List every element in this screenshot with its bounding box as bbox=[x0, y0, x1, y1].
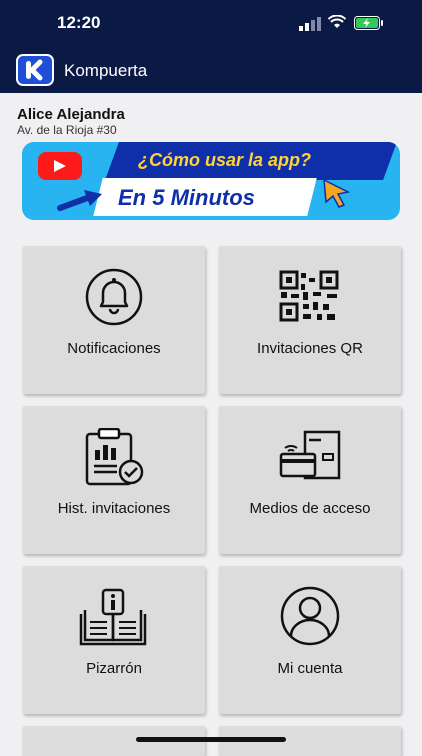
status-time: 12:20 bbox=[57, 13, 101, 32]
cursor-arrow-icon bbox=[323, 178, 350, 208]
app-title: Kompuerta bbox=[64, 61, 148, 80]
user-address: Av. de la Rioja #30 bbox=[17, 123, 117, 137]
tile-label: Mi cuenta bbox=[277, 660, 343, 677]
tutorial-banner[interactable]: ¿Cómo usar la app? En 5 Minutos bbox=[22, 142, 400, 220]
k-logo-icon bbox=[26, 59, 43, 81]
banner-question: ¿Cómo usar la app? bbox=[138, 150, 312, 170]
wifi-icon bbox=[328, 15, 346, 28]
battery-charging-icon bbox=[354, 16, 383, 30]
tile-hist-invitaciones[interactable]: Hist. invitaciones bbox=[23, 406, 205, 554]
home-indicator bbox=[136, 737, 286, 742]
qr-code-icon bbox=[279, 270, 339, 322]
tile-mi-cuenta[interactable]: Mi cuenta bbox=[219, 566, 401, 714]
user-name: Alice Alejandra bbox=[17, 106, 125, 123]
banner-headline: En 5 Minutos bbox=[118, 185, 255, 210]
top-bar: 12:20 Kompuerta bbox=[0, 0, 422, 93]
tile-medios-de-acceso[interactable]: Medios de acceso bbox=[219, 406, 401, 554]
access-card-icon bbox=[279, 430, 341, 480]
info-board-icon bbox=[79, 588, 147, 646]
tile-label: Pizarrón bbox=[86, 660, 142, 677]
arrow-icon bbox=[57, 190, 102, 211]
signal-icon bbox=[299, 17, 321, 31]
app-logo bbox=[16, 54, 54, 86]
tile-label: Invitaciones QR bbox=[257, 340, 363, 357]
tile-label: Medios de acceso bbox=[249, 500, 371, 517]
tile-pizarron[interactable]: Pizarrón bbox=[23, 566, 205, 714]
user-account-icon bbox=[280, 586, 340, 646]
tile-invitaciones-qr[interactable]: Invitaciones QR bbox=[219, 246, 401, 394]
tile-label: Hist. invitaciones bbox=[57, 500, 171, 517]
bell-icon bbox=[85, 268, 143, 326]
youtube-icon bbox=[38, 152, 82, 180]
clipboard-chart-icon bbox=[85, 428, 144, 486]
tile-notificaciones[interactable]: Notificaciones bbox=[23, 246, 205, 394]
tile-label: Notificaciones bbox=[67, 340, 161, 357]
